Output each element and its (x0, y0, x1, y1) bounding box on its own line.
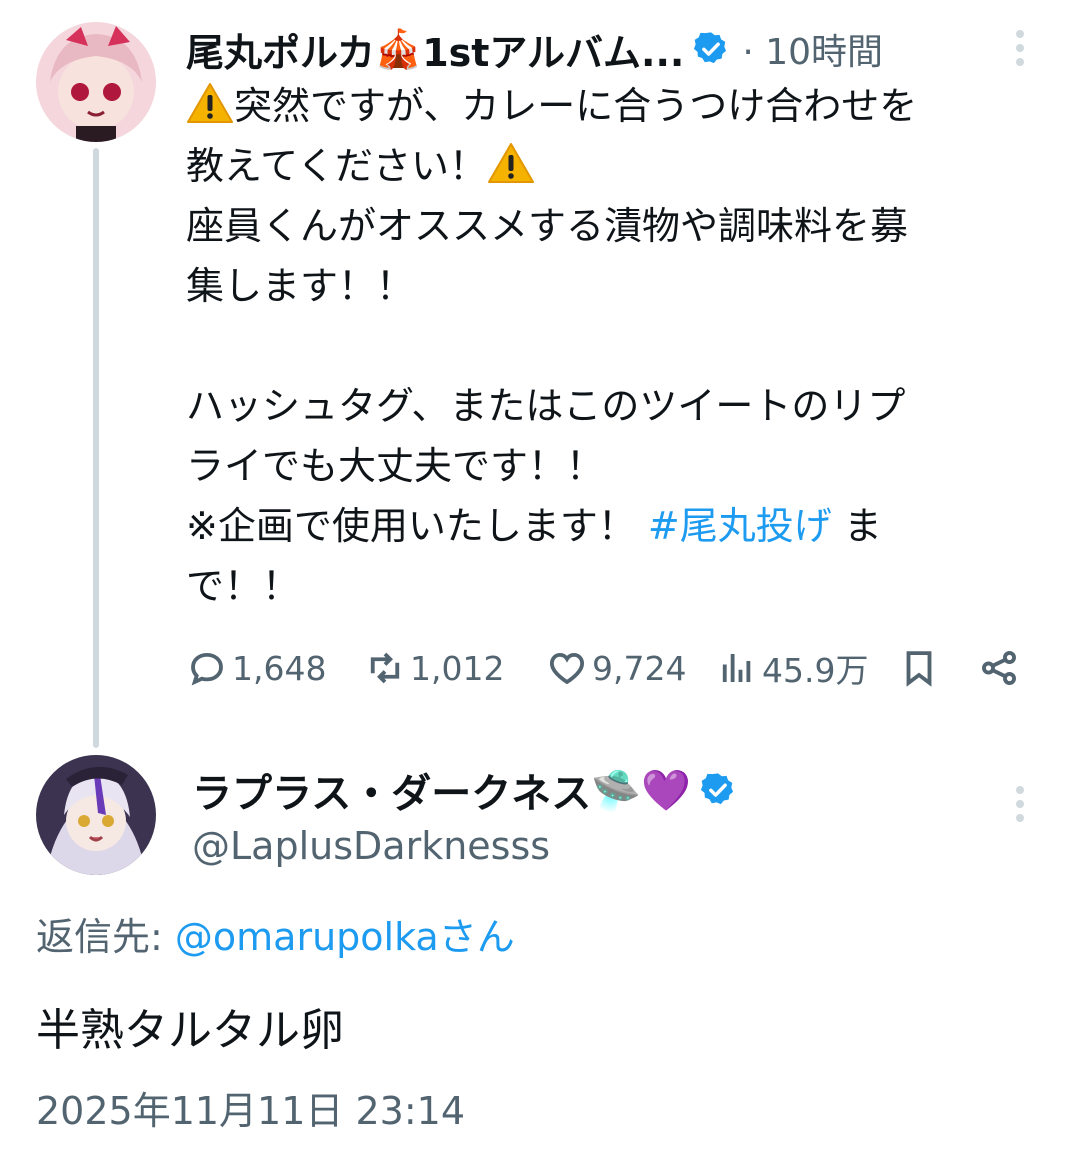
verified-badge-icon (694, 32, 727, 64)
bookmark-button[interactable] (898, 640, 944, 696)
reply-timestamp[interactable]: 2025年11月11日 23:14 (36, 1080, 465, 1135)
tweet-line-2: 教えてください！ (186, 144, 487, 188)
heart-icon (549, 652, 585, 685)
more-options-icon[interactable] (1013, 786, 1027, 822)
tweet-line-7-post: ま (831, 504, 882, 548)
tweet-line-1: 突然ですが、カレーに合うつけ合わせを (234, 84, 918, 128)
warning-icon (187, 83, 233, 123)
retweet-icon (370, 652, 400, 684)
reply-author-name[interactable]: ラプラス・ダークネス (192, 761, 591, 819)
bookmark-icon (906, 651, 932, 687)
reply-icon (191, 652, 223, 686)
avatar-polka[interactable] (36, 22, 156, 142)
tweet-actions: 1,648 1,012 9,724 45.9万 (186, 640, 1036, 696)
avatar-laplus-image (36, 755, 156, 875)
share-icon (982, 651, 1016, 685)
tweet-line-7-pre: ※企画で使用いたします！ (186, 504, 648, 548)
tweet-line-3: 座員くんがオススメする漬物や調味料を募 (186, 204, 909, 248)
reply-author-row: ラプラス・ダークネス 🛸💜 (192, 762, 737, 818)
tweet-body: 突然ですが、カレーに合うつけ合わせを 教えてください！ 座員くんがオススメする漬… (186, 76, 1036, 616)
tweet-header: 尾丸ポルカ 🎪 1stアルバム... · 10時間 (186, 22, 883, 76)
replying-to-mention[interactable]: @omarupolkaさん (175, 915, 515, 959)
tweet-line-6: ライでも大丈夫です！！ (186, 444, 605, 488)
share-button[interactable] (978, 640, 1024, 696)
author-name-suffix[interactable]: 1stアルバム... (422, 22, 684, 77)
ufo-heart-emojis: 🛸💜 (591, 767, 691, 814)
warning-icon (487, 143, 534, 183)
circus-tent-emoji: 🎪 (374, 26, 423, 71)
more-options-icon[interactable] (1013, 30, 1027, 66)
avatar-laplus[interactable] (36, 755, 156, 875)
views-chart-icon (722, 654, 751, 682)
tweet-line-8: で！！ (186, 564, 301, 608)
like-button[interactable]: 9,724 (546, 640, 686, 696)
author-name[interactable]: 尾丸ポルカ (186, 22, 375, 77)
verified-badge-icon (700, 773, 733, 805)
avatar-polka-image (36, 22, 156, 142)
views-count: 45.9万 (762, 651, 869, 690)
hashtag-link[interactable]: #尾丸投げ (648, 504, 832, 548)
reply-header: ラプラス・ダークネス 🛸💜 @LaplusDarknesss (192, 762, 737, 868)
replying-to-label: 返信先: (36, 915, 175, 959)
reply-body: 半熟タルタル卵 (36, 1005, 344, 1056)
views-button[interactable]: 45.9万 (716, 640, 868, 696)
replying-to: 返信先: @omarupolkaさん (36, 906, 515, 961)
reply-button[interactable]: 1,648 (186, 640, 326, 696)
retweet-button[interactable]: 1,012 (364, 640, 504, 696)
thread-connector-line (93, 148, 99, 748)
retweet-count: 1,012 (410, 648, 505, 688)
like-count: 9,724 (592, 648, 687, 688)
tweet-line-5: ハッシュタグ、またはこのツイートのリプ (186, 384, 906, 428)
tweet-time-ago[interactable]: · 10時間 (742, 23, 883, 75)
reply-author-handle[interactable]: @LaplusDarknesss (192, 824, 737, 868)
tweet-line-4: 集します！！ (186, 264, 415, 308)
reply-count: 1,648 (232, 648, 327, 688)
